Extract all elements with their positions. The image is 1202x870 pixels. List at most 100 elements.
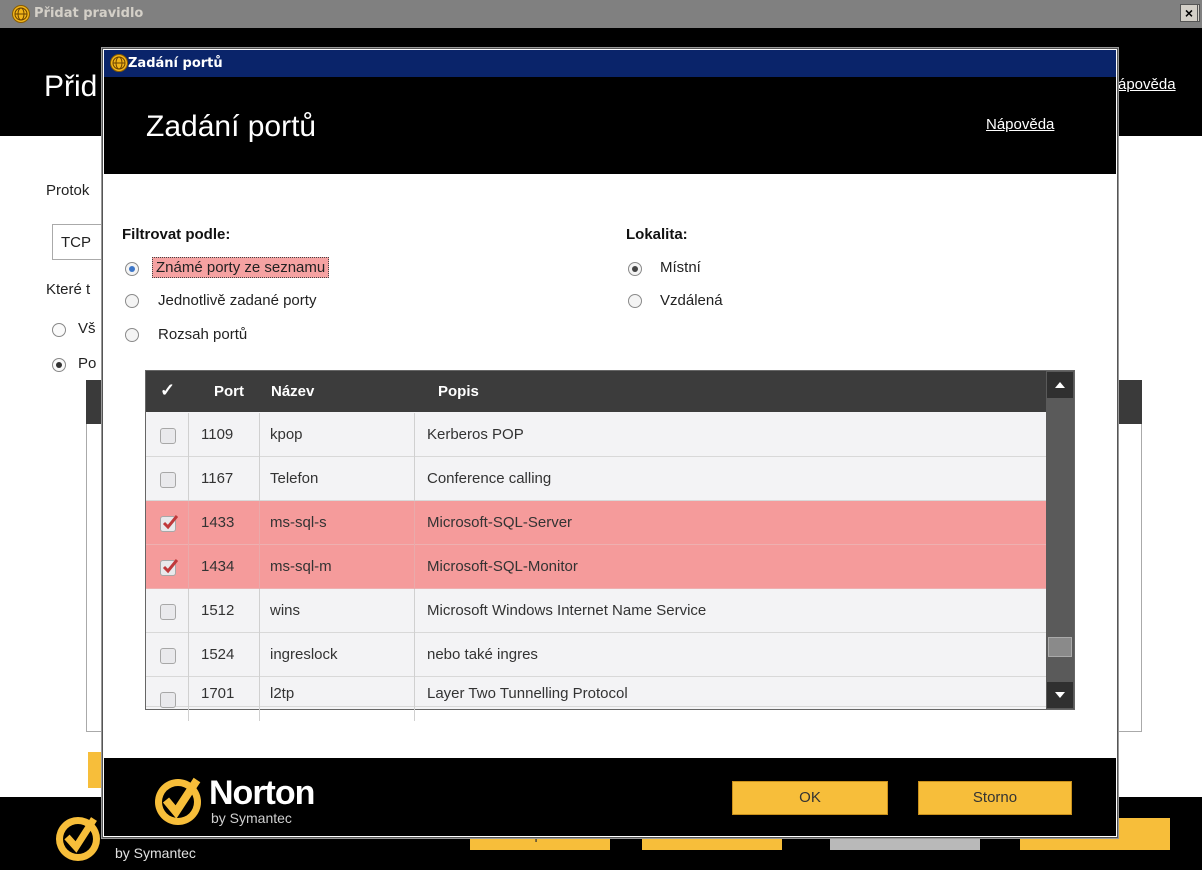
checkbox-checked[interactable] [160, 559, 178, 576]
radio-individual-ports[interactable] [125, 294, 139, 308]
close-icon[interactable]: × [1180, 4, 1198, 22]
radio-port-range[interactable] [125, 328, 139, 342]
column-separator [259, 413, 260, 457]
dialog-title: Zadání portů [128, 56, 223, 71]
radio-remote[interactable] [628, 294, 642, 308]
column-separator [188, 589, 189, 633]
ok-button[interactable]: OK [732, 781, 888, 815]
table-row[interactable]: 1167 Telefon Conference calling [146, 457, 1046, 501]
radio-individual-ports-label[interactable]: Jednotlivě zadané porty [158, 292, 316, 309]
radio-local-label[interactable]: Místní [660, 259, 701, 276]
cell-description: Microsoft Windows Internet Name Service [427, 602, 707, 619]
checkbox[interactable] [160, 648, 176, 664]
table-row[interactable]: 1701 l2tp Layer Two Tunnelling Protocol [146, 677, 1046, 721]
dialog-heading: Zadání portů [146, 110, 317, 143]
radio-some-ports[interactable] [52, 358, 66, 372]
column-header-description[interactable]: Popis [438, 383, 479, 400]
cell-port: 1434 [201, 558, 235, 575]
column-separator [414, 457, 415, 501]
column-separator [188, 633, 189, 677]
cell-description: Microsoft-SQL-Server [427, 514, 573, 531]
scroll-thumb[interactable] [1048, 637, 1072, 657]
column-header-name[interactable]: Název [271, 383, 314, 400]
column-separator [259, 457, 260, 501]
cell-port: 1433 [201, 514, 235, 531]
table-row[interactable]: 1512 wins Microsoft Windows Internet Name … [146, 589, 1046, 633]
radio-all-ports-label: Vš [78, 320, 96, 337]
globe-icon [12, 5, 30, 23]
filter-label: Filtrovat podle: [122, 226, 231, 243]
norton-logo-sub: by Symantec [211, 810, 292, 826]
table-row[interactable]: 1433 ms-sql-s Microsoft-SQL-Server [146, 501, 1046, 545]
norton-check-icon [56, 817, 100, 861]
background-help-link[interactable]: ápověda [1118, 76, 1176, 93]
column-separator [414, 545, 415, 589]
cell-description: Kerberos POP [427, 426, 524, 443]
column-separator [188, 545, 189, 589]
cell-port: 1167 [201, 470, 234, 487]
background-page-title: Přid [44, 70, 98, 103]
column-separator [259, 633, 260, 677]
cell-name: Telefon [270, 470, 319, 487]
table-row[interactable]: 1524 ingreslock nebo také ingres [146, 633, 1046, 677]
help-link[interactable]: Nápověda [986, 116, 1054, 133]
column-separator [259, 589, 260, 633]
table-row[interactable]: 1109 kpop Kerberos POP [146, 413, 1046, 457]
cell-name: l2tp [270, 685, 295, 702]
scroll-down-icon[interactable] [1047, 682, 1073, 708]
radio-remote-label[interactable]: Vzdálená [660, 292, 723, 309]
background-titlebar: Přidat pravidlo [0, 0, 1202, 28]
radio-known-ports-label[interactable]: Známé porty ze seznamu [152, 257, 330, 278]
globe-icon [110, 54, 128, 72]
table-row[interactable]: 1434 ms-sql-m Microsoft-SQL-Monitor [146, 545, 1046, 589]
cell-description: Conference calling [427, 470, 552, 487]
radio-all-ports[interactable] [52, 323, 66, 337]
column-header-port[interactable]: Port [214, 383, 244, 400]
protocol-label: Protok [46, 182, 90, 199]
radio-some-ports-label: Po [78, 355, 97, 372]
cell-port: 1512 [201, 602, 235, 619]
checkbox[interactable] [160, 604, 176, 620]
checkbox-checked[interactable] [160, 515, 178, 532]
checkbox[interactable] [160, 692, 176, 708]
column-separator [414, 633, 415, 677]
cell-name: ms-sql-m [270, 558, 332, 575]
column-separator [414, 413, 415, 457]
cell-name: ms-sql-s [270, 514, 327, 531]
checkbox[interactable] [160, 428, 176, 444]
column-separator [259, 545, 260, 589]
location-label: Lokalita: [626, 226, 688, 243]
norton-check-icon [155, 777, 201, 825]
column-separator [188, 677, 189, 721]
which-label: Které t [46, 281, 91, 298]
cell-description: Microsoft-SQL-Monitor [427, 558, 578, 575]
background-window-title: Přidat pravidlo [34, 6, 144, 21]
checkmark-icon [162, 515, 178, 530]
cell-description: nebo také ingres [427, 646, 538, 663]
cell-description: Layer Two Tunnelling Protocol [427, 685, 628, 702]
column-separator [188, 413, 189, 457]
column-separator [414, 501, 415, 545]
table-scrollbar[interactable] [1046, 371, 1074, 709]
check-column-header: ✓ [160, 380, 176, 400]
checkmark-icon [162, 559, 178, 574]
column-separator [414, 589, 415, 633]
cell-port: 1524 [201, 646, 235, 663]
column-separator [414, 677, 415, 721]
cancel-button[interactable]: Storno [918, 781, 1072, 815]
table-header: ✓ Port Název Popis [146, 371, 1046, 412]
radio-local[interactable] [628, 262, 642, 276]
cell-name: ingreslock [270, 646, 338, 663]
column-separator [188, 457, 189, 501]
dialog-titlebar: Zadání portů [104, 50, 1116, 77]
cell-port: 1701 [201, 685, 235, 702]
radio-port-range-label[interactable]: Rozsah portů [158, 326, 247, 343]
column-separator [259, 677, 260, 721]
background-logo-sub: by Symantec [115, 845, 196, 861]
column-separator [259, 501, 260, 545]
radio-known-ports[interactable] [125, 262, 139, 276]
column-separator [188, 501, 189, 545]
checkbox[interactable] [160, 472, 176, 488]
scroll-up-icon[interactable] [1047, 372, 1073, 398]
cell-name: kpop [270, 426, 303, 443]
